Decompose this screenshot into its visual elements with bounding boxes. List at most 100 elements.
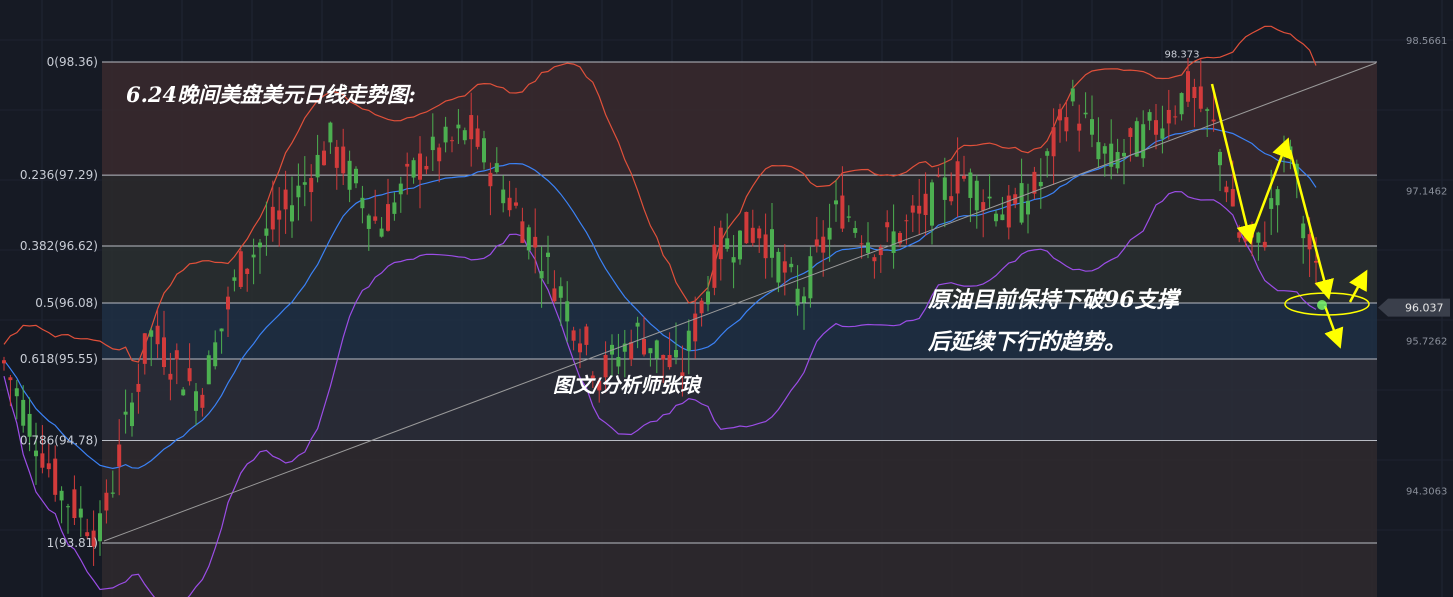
candle-body (1090, 119, 1094, 135)
candle-body (1096, 142, 1101, 160)
candle-body (1058, 109, 1062, 121)
candle-body (78, 508, 83, 518)
candle-body (840, 195, 845, 229)
candle-body (187, 368, 192, 382)
candle-body (661, 354, 666, 360)
candle-body (328, 122, 333, 143)
candle-body (110, 492, 115, 494)
candle-body (712, 244, 717, 288)
candle-body (245, 268, 250, 274)
candle-body (238, 251, 243, 287)
candle-body (1256, 232, 1261, 243)
candle-body (1122, 152, 1126, 157)
price-scale-label: 94.3063 (1406, 487, 1447, 498)
fib-level-label: 0.5(96.08) (35, 296, 98, 310)
candle-body (418, 153, 422, 180)
candle-body (1051, 127, 1056, 157)
candle-body (411, 160, 416, 178)
candle-body (699, 300, 704, 314)
candle-body (398, 183, 403, 195)
candle-body (488, 172, 493, 187)
candle-body (1269, 198, 1274, 209)
fib-zone (102, 543, 1377, 597)
annotation-line-1: 原油目前保持下破96支撑 (927, 287, 1183, 313)
candle-body (552, 288, 557, 302)
candle-body (14, 388, 19, 397)
candle-body (142, 333, 147, 364)
candle-body (539, 271, 544, 279)
candle-body (53, 458, 58, 495)
candle-body (1211, 119, 1216, 122)
candle-body (1301, 223, 1306, 239)
candle-body (290, 205, 294, 222)
high-marker-label: 98.373 (1165, 50, 1200, 61)
candle-body (514, 202, 518, 206)
candle-body (821, 236, 826, 253)
candle-body (917, 205, 922, 214)
candle-body (974, 180, 979, 211)
candle-body (258, 242, 262, 248)
candle-body (1070, 88, 1075, 102)
candle-body (437, 147, 442, 162)
candle-body (789, 263, 794, 268)
candle-body (507, 197, 512, 211)
candle-body (40, 453, 45, 468)
candle-body (757, 228, 762, 239)
candle-body (46, 463, 51, 470)
candle-body (942, 177, 947, 200)
candle-body (686, 330, 691, 351)
fib-level-label: 0.236(97.29) (20, 168, 98, 182)
candle-body (1128, 128, 1133, 137)
candle-body (923, 193, 928, 216)
candle-body (1077, 123, 1082, 131)
candle-body (1173, 116, 1178, 118)
candle-body (475, 128, 480, 147)
candle-body (424, 165, 429, 170)
candle-body (1275, 189, 1280, 206)
candle-body (469, 115, 474, 140)
candle-body (808, 256, 813, 299)
candle-body (750, 227, 755, 243)
candle-body (738, 230, 742, 260)
candle-body (462, 130, 467, 141)
candle-body (693, 313, 698, 342)
candle-body (123, 411, 128, 415)
candle-body (379, 228, 384, 237)
candle-body (667, 355, 672, 368)
dollar-index-daily-chart: 0(98.36) 0.236(97.29) 0.382(96.62) 0.5(96.0… (0, 0, 1453, 597)
candle-body (219, 328, 224, 332)
candle-body (200, 394, 205, 408)
current-price-glow (1317, 300, 1327, 310)
candle-body (315, 154, 320, 178)
candle-body (59, 490, 64, 501)
fib-zone (102, 359, 1377, 441)
candle-body (1205, 109, 1210, 111)
candle-body (66, 506, 70, 508)
candle-body (1134, 121, 1139, 157)
candle-body (962, 175, 966, 179)
candle-body (270, 206, 275, 230)
candle-body (520, 221, 525, 243)
candle-body (584, 326, 589, 345)
candle-body (1147, 112, 1152, 121)
candle-body (430, 136, 435, 151)
candle-body (2, 360, 6, 364)
candle-body (1262, 241, 1267, 248)
candle-body (1166, 109, 1171, 124)
fib-level-label: 0.786(94.78) (20, 433, 98, 447)
candle-body (168, 373, 173, 380)
candle-body (1154, 120, 1158, 135)
candle-body (341, 146, 346, 174)
candle-body (578, 343, 582, 353)
candle-body (347, 160, 352, 190)
candle-body (1019, 183, 1024, 223)
candle-body (1237, 232, 1242, 238)
fib-zone (102, 62, 1377, 176)
candle-body (526, 227, 531, 251)
candle-body (1083, 112, 1088, 115)
candle-body (872, 257, 877, 262)
candle-body (232, 277, 237, 281)
candle-body (501, 189, 506, 204)
candle-body (251, 254, 256, 258)
candle-body (405, 163, 410, 167)
